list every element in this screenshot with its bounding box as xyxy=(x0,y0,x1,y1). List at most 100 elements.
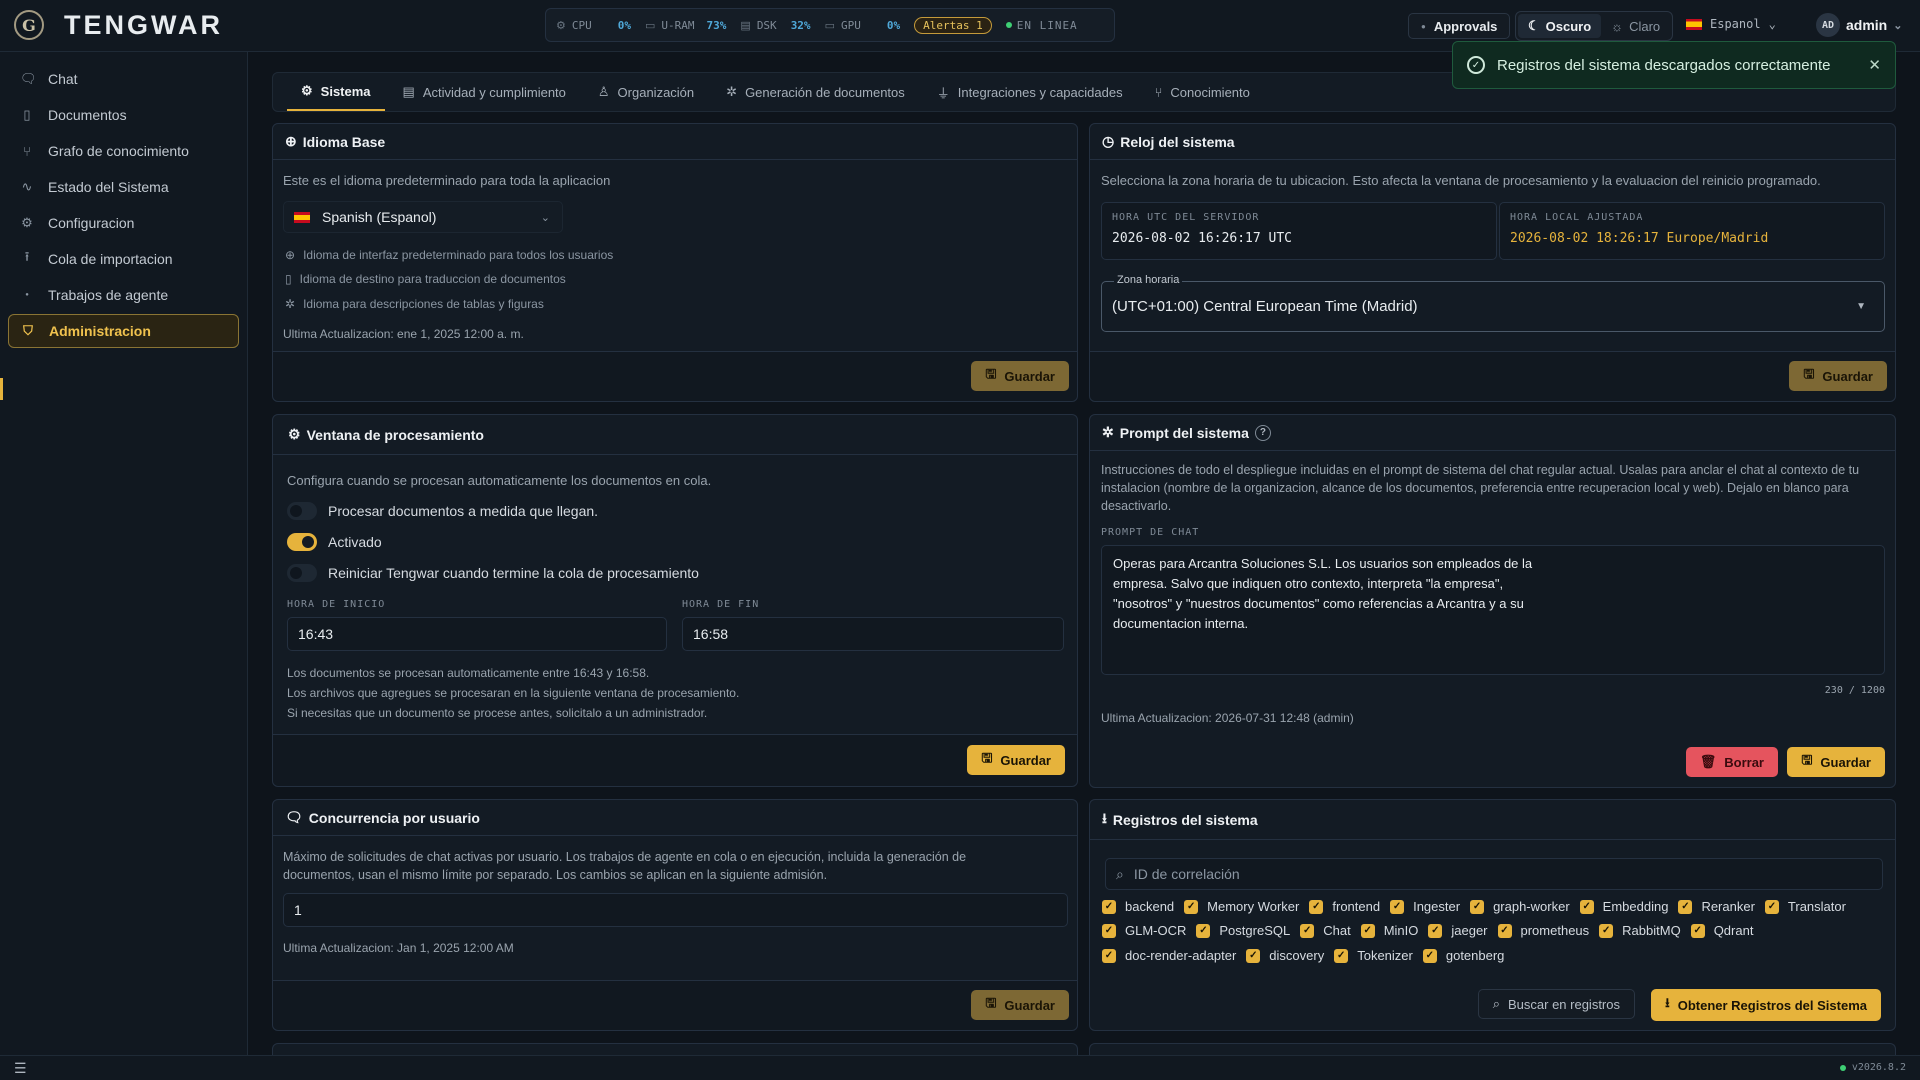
service-checkbox[interactable]: ✓ backend xyxy=(1102,899,1174,914)
sidebar-item-grafo[interactable]: ⑂ Grafo de conocimiento xyxy=(8,134,239,168)
check-icon: ✓ xyxy=(1196,923,1211,938)
check-icon: ✓ xyxy=(1764,899,1779,914)
check-icon: ✓ xyxy=(1422,948,1437,963)
online-status: EN LINEA xyxy=(1005,19,1078,32)
service-checkbox[interactable]: ✓ Translator xyxy=(1764,899,1846,914)
delete-button[interactable]: 🗑 Borrar xyxy=(1685,747,1778,777)
end-time-input[interactable]: 16:58 xyxy=(682,617,1064,651)
get-logs-button[interactable]: ⭳ Obtener Registros del Sistema xyxy=(1651,989,1881,1021)
ram-icon: ▭ xyxy=(645,19,656,32)
moon-icon: ☾ xyxy=(1528,18,1540,33)
window-enabled-toggle[interactable] xyxy=(287,533,317,551)
next-panel-right xyxy=(1089,1043,1896,1055)
approvals-button[interactable]: ● Approvals xyxy=(1408,13,1511,39)
tab-organizacion[interactable]: ♙ Organización xyxy=(584,73,708,111)
save-button[interactable]: 🖫 Guardar xyxy=(971,990,1069,1020)
status-bar: ☰ v2026.8.2 xyxy=(0,1055,1920,1080)
gear-icon: ⚙ xyxy=(301,83,313,98)
tab-sistema[interactable]: ⚙ Sistema xyxy=(287,73,385,111)
save-icon: 🖫 xyxy=(981,750,993,765)
logo-icon: G xyxy=(14,10,44,40)
save-icon: 🖫 xyxy=(1803,366,1815,381)
document-icon: ▤ xyxy=(402,84,415,99)
sidebar-item-cola[interactable]: ⭱ Cola de importacion xyxy=(8,242,239,276)
service-checkbox[interactable]: ✓ MinIO xyxy=(1360,923,1418,938)
sidebar-item-chat[interactable]: 🗨 Chat xyxy=(8,62,239,96)
service-checkbox[interactable]: ✓ Qdrant xyxy=(1690,923,1753,938)
sidebar-item-estado[interactable]: ∿ Estado del Sistema xyxy=(8,170,239,204)
check-icon: ✓ xyxy=(1360,923,1375,938)
save-button[interactable]: 🖫 Guardar xyxy=(1787,747,1885,777)
service-checkbox[interactable]: ✓ Chat xyxy=(1300,923,1351,938)
theme-light-button[interactable]: ☼ Claro xyxy=(1601,15,1670,38)
tab-actividad[interactable]: ▤ Actividad y cumplimiento xyxy=(389,73,580,111)
tab-conocimiento[interactable]: ⑂ Conocimiento xyxy=(1141,73,1264,111)
search-logs-button[interactable]: ⌕ Buscar en registros xyxy=(1477,989,1635,1019)
panel-header: ◷ Reloj del sistema xyxy=(1090,124,1895,160)
service-checkbox[interactable]: ✓ RabbitMQ xyxy=(1599,923,1681,938)
sidebar-item-documentos[interactable]: ▯ Documentos xyxy=(8,98,239,132)
language-selector[interactable]: Espanol ⌄ xyxy=(1686,17,1776,31)
service-checkbox[interactable]: ✓ graph-worker xyxy=(1470,899,1570,914)
user-menu[interactable]: AD admin ⌄ xyxy=(1816,13,1902,37)
correlation-search-input[interactable]: ⌕ ID de correlación xyxy=(1105,858,1883,890)
theme-dark-button[interactable]: ☾ Oscuro xyxy=(1518,14,1602,38)
last-updated: Ultima Actualizacion: ene 1, 2025 12:00 … xyxy=(283,327,524,341)
service-checkbox[interactable]: ✓ discovery xyxy=(1246,948,1324,963)
idioma-bullet: ⊕ Idioma de interfaz predeterminado para … xyxy=(285,248,614,262)
trash-icon: 🗑 xyxy=(1699,754,1717,769)
check-icon: ✓ xyxy=(1497,923,1512,938)
success-toast: ✓ Registros del sistema descargados corr… xyxy=(1452,41,1896,89)
timezone-select[interactable]: Zona horaria (UTC+01:00) Central Europea… xyxy=(1101,274,1885,332)
prompt-textarea[interactable]: Operas para Arcantra Soluciones S.L. Los… xyxy=(1101,545,1885,675)
sidebar-item-trabajos[interactable]: ● Trabajos de agente xyxy=(8,278,239,312)
theme-switch[interactable]: ☾ Oscuro ☼ Claro xyxy=(1515,11,1674,41)
restart-toggle[interactable] xyxy=(287,564,317,582)
process-on-arrival-toggle[interactable] xyxy=(287,502,317,520)
sidebar-item-configuracion[interactable]: ⚙ Configuracion xyxy=(8,206,239,240)
service-checkbox[interactable]: ✓ prometheus xyxy=(1497,923,1589,938)
save-button[interactable]: 🖫 Guardar xyxy=(967,745,1065,775)
service-checkbox[interactable]: ✓ Tokenizer xyxy=(1334,948,1413,963)
tab-integraciones[interactable]: ⏚ Integraciones y capacidades xyxy=(923,73,1137,111)
start-time-input[interactable]: 16:43 xyxy=(287,617,667,651)
upload-icon: ⭱ xyxy=(24,249,30,264)
language-select[interactable]: Spanish (Espanol) ⌄ xyxy=(283,201,563,233)
service-checkbox[interactable]: ✓ jaeger xyxy=(1428,923,1488,938)
service-checkbox[interactable]: ✓ gotenberg xyxy=(1422,948,1504,963)
menu-icon[interactable]: ☰ xyxy=(14,1060,27,1077)
registros-panel: ⭳ Registros del sistema ⌕ ID de correlació… xyxy=(1089,799,1896,1031)
service-checkbox[interactable]: ✓ Ingester xyxy=(1390,899,1460,914)
version-label: v2026.8.2 xyxy=(1839,1062,1906,1073)
activity-icon: ∿ xyxy=(21,179,33,194)
services-row: ✓ GLM-OCR ✓ PostgreSQL ✓ Chat ✓ MinIO ✓ jaege… xyxy=(1102,923,1753,938)
concurrency-input[interactable]: 1 xyxy=(283,893,1068,927)
toggle-label: Activado xyxy=(328,534,382,550)
save-icon: 🖫 xyxy=(985,995,997,1010)
service-checkbox[interactable]: ✓ Reranker xyxy=(1678,899,1755,914)
save-button[interactable]: 🖫 Guardar xyxy=(971,361,1069,391)
idioma-description: Este es el idioma predeterminado para to… xyxy=(283,173,611,188)
service-checkbox[interactable]: ✓ PostgreSQL xyxy=(1196,923,1290,938)
save-icon: 🖫 xyxy=(985,366,997,381)
service-checkbox[interactable]: ✓ doc-render-adapter xyxy=(1102,948,1236,963)
reloj-description: Selecciona la zona horaria de tu ubicaci… xyxy=(1101,173,1821,188)
sidebar-item-administracion[interactable]: ⛉ Administracion xyxy=(8,314,239,348)
check-icon: ✓ xyxy=(1579,899,1594,914)
service-checkbox[interactable]: ✓ Memory Worker xyxy=(1184,899,1299,914)
globe-icon: ⊕ xyxy=(285,248,296,262)
service-checkbox[interactable]: ✓ Embedding xyxy=(1579,899,1668,914)
alerts-badge[interactable]: Alertas 1 xyxy=(914,16,992,34)
service-checkbox[interactable]: ✓ GLM-OCR xyxy=(1102,923,1186,938)
panel-footer: 🖫 Guardar xyxy=(273,734,1077,786)
service-checkbox[interactable]: ✓ frontend xyxy=(1309,899,1380,914)
active-indicator xyxy=(0,378,3,400)
save-button[interactable]: 🖫 Guardar xyxy=(1789,361,1887,391)
gear-icon: ⚙ xyxy=(288,426,301,442)
help-icon[interactable]: ? xyxy=(1254,424,1271,441)
check-icon: ✓ xyxy=(1309,899,1324,914)
panel-header: ⭳ Registros del sistema xyxy=(1090,800,1895,840)
close-icon[interactable]: ✕ xyxy=(1868,56,1881,74)
tab-generacion[interactable]: ✲ Generación de documentos xyxy=(712,73,919,111)
end-time-label: HORA DE FIN xyxy=(682,599,760,610)
